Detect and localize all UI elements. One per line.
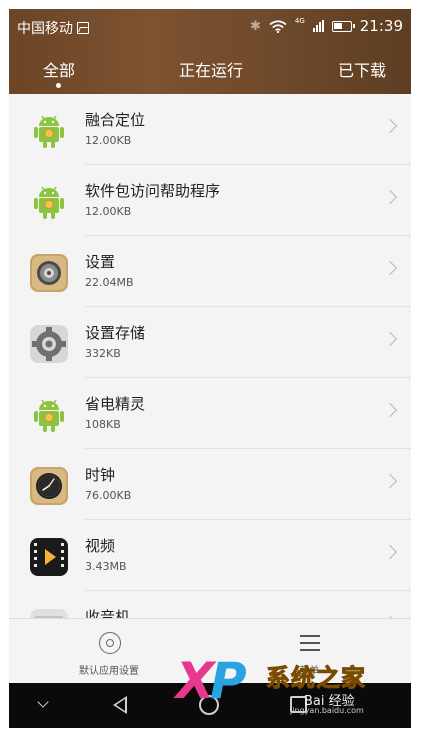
battery-icon bbox=[331, 20, 355, 32]
home-icon[interactable] bbox=[199, 695, 219, 715]
app-list-item[interactable]: 时钟 76.00KB bbox=[9, 449, 411, 520]
app-name: 软件包访问帮助程序 bbox=[85, 182, 221, 200]
app-list-item[interactable]: 设置 22.04MB bbox=[9, 236, 411, 307]
carrier-name: 中国移动 bbox=[17, 21, 73, 37]
app-list-item[interactable]: 省电精灵 108KB bbox=[9, 378, 411, 449]
chevron-right-icon bbox=[382, 189, 398, 205]
network-type-label: 4G bbox=[294, 17, 305, 25]
chevron-right-icon bbox=[382, 260, 398, 276]
status-bar: 中国移动 ✱ 4G 21:39 bbox=[9, 9, 411, 43]
navigation-bar bbox=[9, 683, 411, 728]
recent-apps-icon[interactable] bbox=[290, 696, 307, 713]
bottom-action-bar: 默认应用设置 菜单 bbox=[9, 618, 411, 683]
menu-label: 菜单 bbox=[299, 666, 319, 677]
signal-icon bbox=[312, 20, 324, 32]
android-icon bbox=[34, 186, 64, 219]
chevron-right-icon bbox=[382, 544, 398, 560]
default-apps-button[interactable]: 默认应用设置 bbox=[9, 619, 209, 684]
screenshot-frame: 中国移动 ✱ 4G 21:39 全部 正在运行 已下载 融合定位 12.00KB… bbox=[0, 0, 422, 737]
android-icon bbox=[34, 115, 64, 148]
android-icon bbox=[34, 399, 64, 432]
app-size: 108KB bbox=[85, 418, 121, 431]
image-notification-icon bbox=[77, 22, 89, 34]
clock-time: 21:39 bbox=[359, 17, 403, 35]
tab-all[interactable]: 全部 bbox=[43, 57, 75, 81]
app-name: 收音机 bbox=[85, 608, 131, 618]
carrier-group: 中国移动 bbox=[17, 18, 89, 38]
menu-button[interactable]: 菜单 bbox=[209, 619, 409, 684]
tab-running[interactable]: 正在运行 bbox=[179, 57, 243, 81]
app-list: 融合定位 12.00KB 软件包访问帮助程序 12.00KB 设置 22.04M… bbox=[9, 94, 411, 618]
hide-navbar-icon[interactable] bbox=[37, 696, 49, 708]
settings-icon bbox=[30, 254, 68, 292]
app-name: 视频 bbox=[85, 537, 116, 555]
app-list-item[interactable]: 收音机 bbox=[9, 591, 411, 618]
default-apps-label: 默认应用设置 bbox=[79, 666, 139, 677]
phone-screen: 中国移动 ✱ 4G 21:39 全部 正在运行 已下载 融合定位 12.00KB… bbox=[9, 9, 411, 728]
back-icon[interactable] bbox=[113, 696, 127, 714]
video-icon bbox=[30, 538, 68, 576]
app-list-item[interactable]: 视频 3.43MB bbox=[9, 520, 411, 591]
app-size: 3.43MB bbox=[85, 560, 127, 573]
wifi-icon bbox=[269, 19, 287, 33]
app-size: 12.00KB bbox=[85, 134, 132, 147]
radio-icon bbox=[30, 609, 68, 618]
app-size: 332KB bbox=[85, 347, 121, 360]
app-list-item[interactable]: 软件包访问帮助程序 12.00KB bbox=[9, 165, 411, 236]
tab-downloaded[interactable]: 已下载 bbox=[338, 57, 386, 81]
bluetooth-icon: ✱ bbox=[249, 18, 261, 34]
system-icons: ✱ 4G 21:39 bbox=[250, 17, 403, 35]
app-name: 时钟 bbox=[85, 466, 116, 484]
app-size: 12.00KB bbox=[85, 205, 132, 218]
gear-icon bbox=[99, 632, 121, 654]
menu-icon bbox=[299, 632, 321, 654]
settings-storage-icon bbox=[30, 325, 68, 363]
app-list-item[interactable]: 融合定位 12.00KB bbox=[9, 94, 411, 165]
app-list-item[interactable]: 设置存储 332KB bbox=[9, 307, 411, 378]
app-size: 76.00KB bbox=[85, 489, 132, 502]
app-name: 融合定位 bbox=[85, 111, 146, 129]
app-size: 22.04MB bbox=[85, 276, 134, 289]
chevron-right-icon bbox=[382, 473, 398, 489]
app-name: 设置 bbox=[85, 253, 116, 271]
clock-icon bbox=[30, 467, 68, 505]
chevron-right-icon bbox=[382, 118, 398, 134]
app-name: 设置存储 bbox=[85, 324, 146, 342]
tab-bar: 全部 正在运行 已下载 bbox=[9, 43, 411, 94]
app-header: 中国移动 ✱ 4G 21:39 全部 正在运行 已下载 bbox=[9, 9, 411, 94]
chevron-right-icon bbox=[382, 331, 398, 347]
selected-tab-indicator bbox=[56, 83, 61, 88]
chevron-right-icon bbox=[382, 402, 398, 418]
app-name: 省电精灵 bbox=[85, 395, 146, 413]
